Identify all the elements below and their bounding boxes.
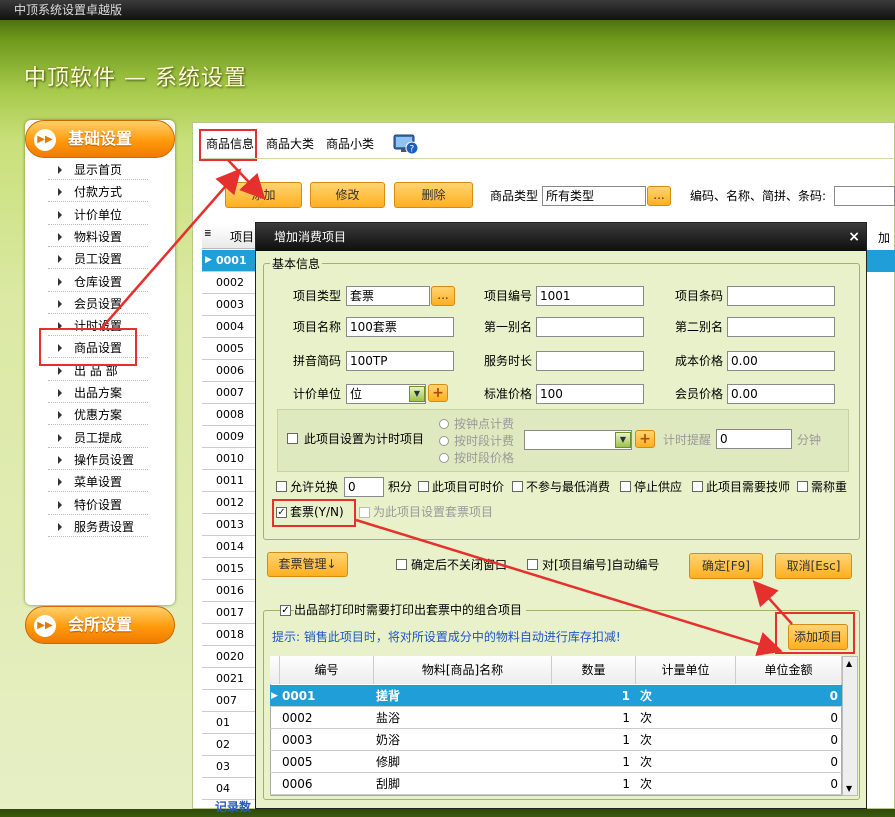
arrow-ticket-to-add-item <box>355 518 783 657</box>
annotation-arrows <box>99 159 793 657</box>
arrow-menu-to-add <box>99 168 242 331</box>
arrow-add-item-to-ok <box>752 580 793 625</box>
